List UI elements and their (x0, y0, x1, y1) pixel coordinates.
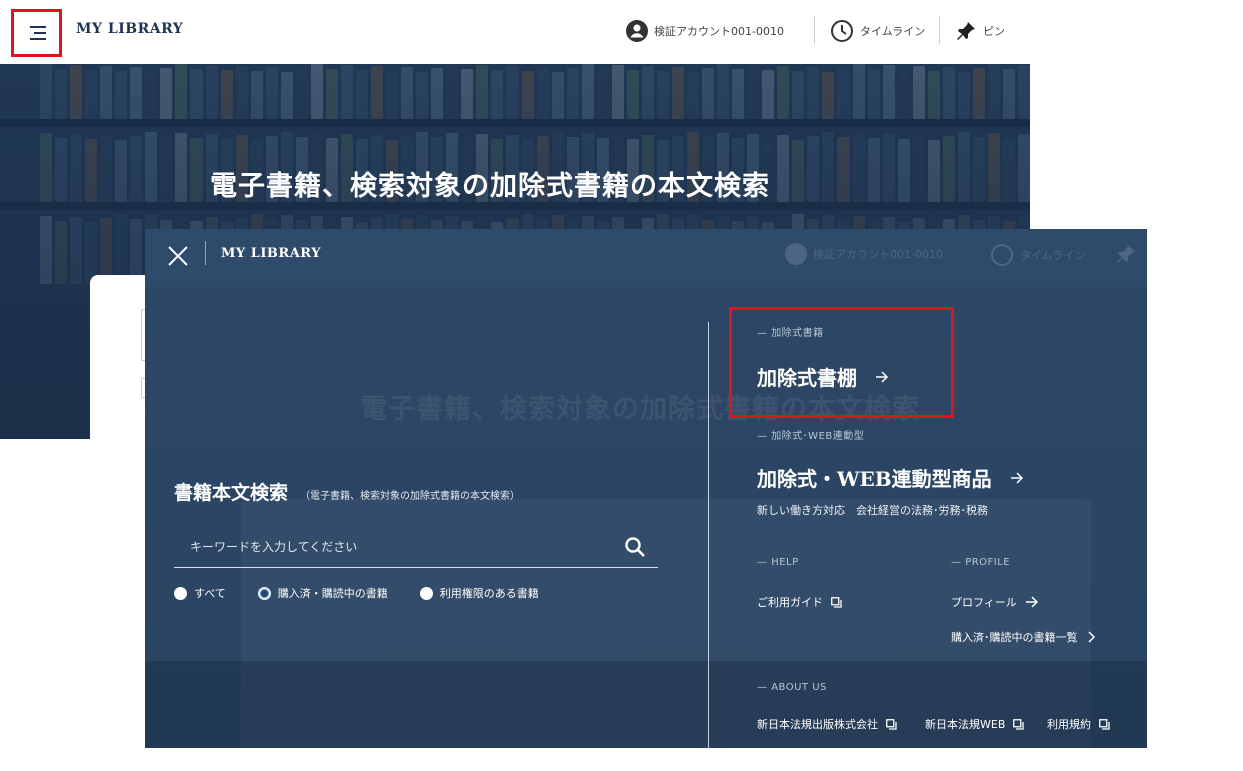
arrow-right-icon (876, 370, 889, 383)
section-label-profile: PROFILE (951, 557, 1010, 568)
external-link-icon (1013, 718, 1025, 730)
radio-label: 利用権限のある書籍 (439, 587, 539, 600)
radio-indicator-selected (257, 586, 271, 600)
menu-overlay: 電子書籍、検索対象の加除式書籍の本文検索 MY LIBRARY 検証アカウント0… (145, 229, 1147, 748)
terms-link[interactable]: 利用規約 (1047, 716, 1110, 732)
book-search-heading: 書籍本文検索 （電子書籍、検索対象の加除式書籍の本文検索） (174, 478, 520, 505)
radio-authorized[interactable]: 利用権限のある書籍 (419, 585, 539, 601)
section-label-web: 加除式･WEB連動型 (757, 427, 864, 442)
search-scope-radio-group: すべて 購入済・購読中の書籍 利用権限のある書籍 (174, 585, 571, 601)
pin-label: ピン (983, 25, 1005, 38)
user-icon (785, 243, 807, 265)
close-icon[interactable] (165, 243, 191, 269)
backdrop-account-name: 検証アカウント001-0010 (813, 248, 943, 261)
search-subtitle: （電子書籍、検索対象の加除式書籍の本文検索） (300, 491, 521, 502)
backdrop-timeline: タイムライン (990, 243, 1085, 267)
timeline-label: タイムライン (860, 25, 926, 38)
top-header: MY LIBRARY 検証アカウント001-0010 タイムライン ピン (0, 0, 1030, 64)
radio-indicator (419, 586, 433, 600)
timeline-link[interactable]: タイムライン (830, 18, 925, 44)
user-guide-link[interactable]: ご利用ガイド (757, 594, 842, 610)
radio-all[interactable]: すべて (174, 585, 226, 601)
external-link-icon (1099, 718, 1110, 730)
radio-purchased[interactable]: 購入済・購読中の書籍 (257, 585, 388, 601)
web-site-link[interactable]: 新日本法規WEB (925, 716, 1025, 732)
header-divider (205, 241, 206, 265)
hero-title: 電子書籍、検索対象の加除式書籍の本文検索 (210, 171, 770, 202)
purchased-books-link[interactable]: 購入済･購読中の書籍一覧 (951, 629, 1096, 645)
radio-label: すべて (194, 587, 226, 600)
backdrop-account: 検証アカウント001-0010 (785, 243, 943, 265)
user-guide-label: ご利用ガイド (757, 596, 823, 609)
section-label-help: HELP (757, 557, 799, 568)
search-icon[interactable] (624, 536, 646, 558)
search-input[interactable] (174, 526, 624, 567)
web-site-label: 新日本法規WEB (925, 718, 1006, 731)
backdrop-timeline-label: タイムライン (1020, 249, 1086, 262)
header-divider (939, 16, 940, 44)
web-products-tagline: 新しい働き方対応 会社経営の法務･労務･税務 (757, 504, 988, 517)
search-title: 書籍本文検索 (174, 482, 289, 504)
publisher-link[interactable]: 新日本法規出版株式会社 (757, 716, 897, 732)
profile-link[interactable]: プロフィール (951, 594, 1039, 610)
arrow-right-icon (1025, 596, 1038, 608)
column-divider (708, 322, 709, 748)
profile-label: プロフィール (951, 596, 1017, 609)
user-icon (626, 20, 648, 42)
overlay-header: MY LIBRARY 検証アカウント001-0010 タイムライン (145, 229, 1147, 287)
pin-icon (957, 22, 975, 40)
shelf-link-label: 加除式書棚 (757, 366, 857, 390)
purchased-books-label: 購入済･購読中の書籍一覧 (951, 631, 1078, 644)
pin-icon (1117, 245, 1135, 263)
brand-logo[interactable]: MY LIBRARY (76, 21, 183, 37)
hamburger-icon (29, 26, 46, 40)
hamburger-menu-button[interactable] (11, 9, 62, 57)
chevron-right-icon (1087, 631, 1095, 643)
clock-icon (991, 244, 1013, 266)
clock-icon (831, 20, 853, 42)
external-link-icon (831, 596, 842, 608)
header-divider (814, 16, 815, 44)
web-products-link[interactable]: 加除式・WEB連動型商品 (757, 463, 1024, 492)
account-link[interactable]: 検証アカウント001-0010 (626, 18, 784, 44)
account-name: 検証アカウント001-0010 (654, 25, 784, 38)
backdrop-pin (1115, 243, 1137, 265)
overlay-brand-logo[interactable]: MY LIBRARY (221, 246, 321, 261)
radio-indicator (174, 586, 187, 600)
terms-label: 利用規約 (1047, 718, 1091, 731)
shelf-link[interactable]: 加除式書棚 (757, 362, 889, 391)
backdrop-panel (145, 661, 1147, 748)
external-link-icon (886, 718, 897, 730)
search-field (174, 526, 658, 568)
web-products-label: 加除式・WEB連動型商品 (757, 467, 992, 491)
section-label-shelf: 加除式書籍 (757, 324, 824, 339)
pin-link[interactable]: ピン (955, 18, 1005, 44)
arrow-right-icon (1010, 471, 1023, 484)
publisher-label: 新日本法規出版株式会社 (757, 718, 878, 731)
radio-label: 購入済・購読中の書籍 (277, 587, 388, 600)
section-label-about: ABOUT US (757, 682, 827, 693)
